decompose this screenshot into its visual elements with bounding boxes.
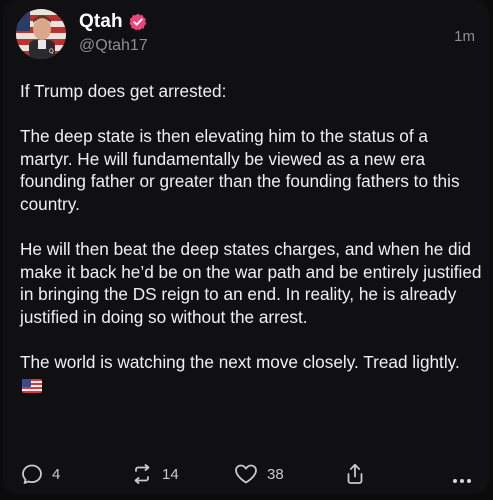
repost-icon — [130, 462, 154, 486]
share-button[interactable] — [345, 462, 365, 486]
avatar[interactable]: Q — [16, 9, 66, 59]
reply-icon — [20, 462, 44, 486]
more-options-button[interactable] — [453, 470, 474, 487]
more-dots-icon — [453, 470, 474, 487]
post-paragraph-4: The world is watching the next move clos… — [20, 352, 460, 373]
reply-count: 4 — [52, 465, 61, 483]
svg-text:Q: Q — [49, 48, 54, 55]
post-actions-bar: 4 14 38 — [0, 462, 493, 488]
post-body: If Trump does get arrested: The deep sta… — [20, 80, 482, 398]
share-icon — [345, 462, 365, 486]
post-paragraph-3: He will then beat the deep states charge… — [20, 239, 482, 327]
post-paragraph-1: If Trump does get arrested: — [20, 81, 227, 101]
author-handle[interactable]: @Qtah17 — [79, 37, 148, 55]
post-paragraph-4-wrapper: The world is watching the next move clos… — [20, 351, 482, 398]
author-name-row: Qtah — [79, 11, 147, 33]
heart-icon — [233, 462, 259, 486]
like-count: 38 — [267, 465, 284, 483]
repost-count: 14 — [162, 465, 179, 483]
verified-badge-icon — [129, 13, 147, 31]
like-button[interactable]: 38 — [233, 462, 284, 486]
repost-button[interactable]: 14 — [130, 462, 179, 486]
author-display-name[interactable]: Qtah — [79, 11, 123, 33]
post-card: Q Qtah @Qtah17 1m If Trump does get arre… — [0, 0, 493, 500]
us-flag-emoji-icon — [22, 376, 42, 399]
post-paragraph-2: The deep state is then elevating him to … — [20, 126, 460, 214]
avatar-image: Q — [16, 9, 66, 59]
reply-button[interactable]: 4 — [20, 462, 60, 486]
post-timestamp: 1m — [454, 28, 475, 45]
